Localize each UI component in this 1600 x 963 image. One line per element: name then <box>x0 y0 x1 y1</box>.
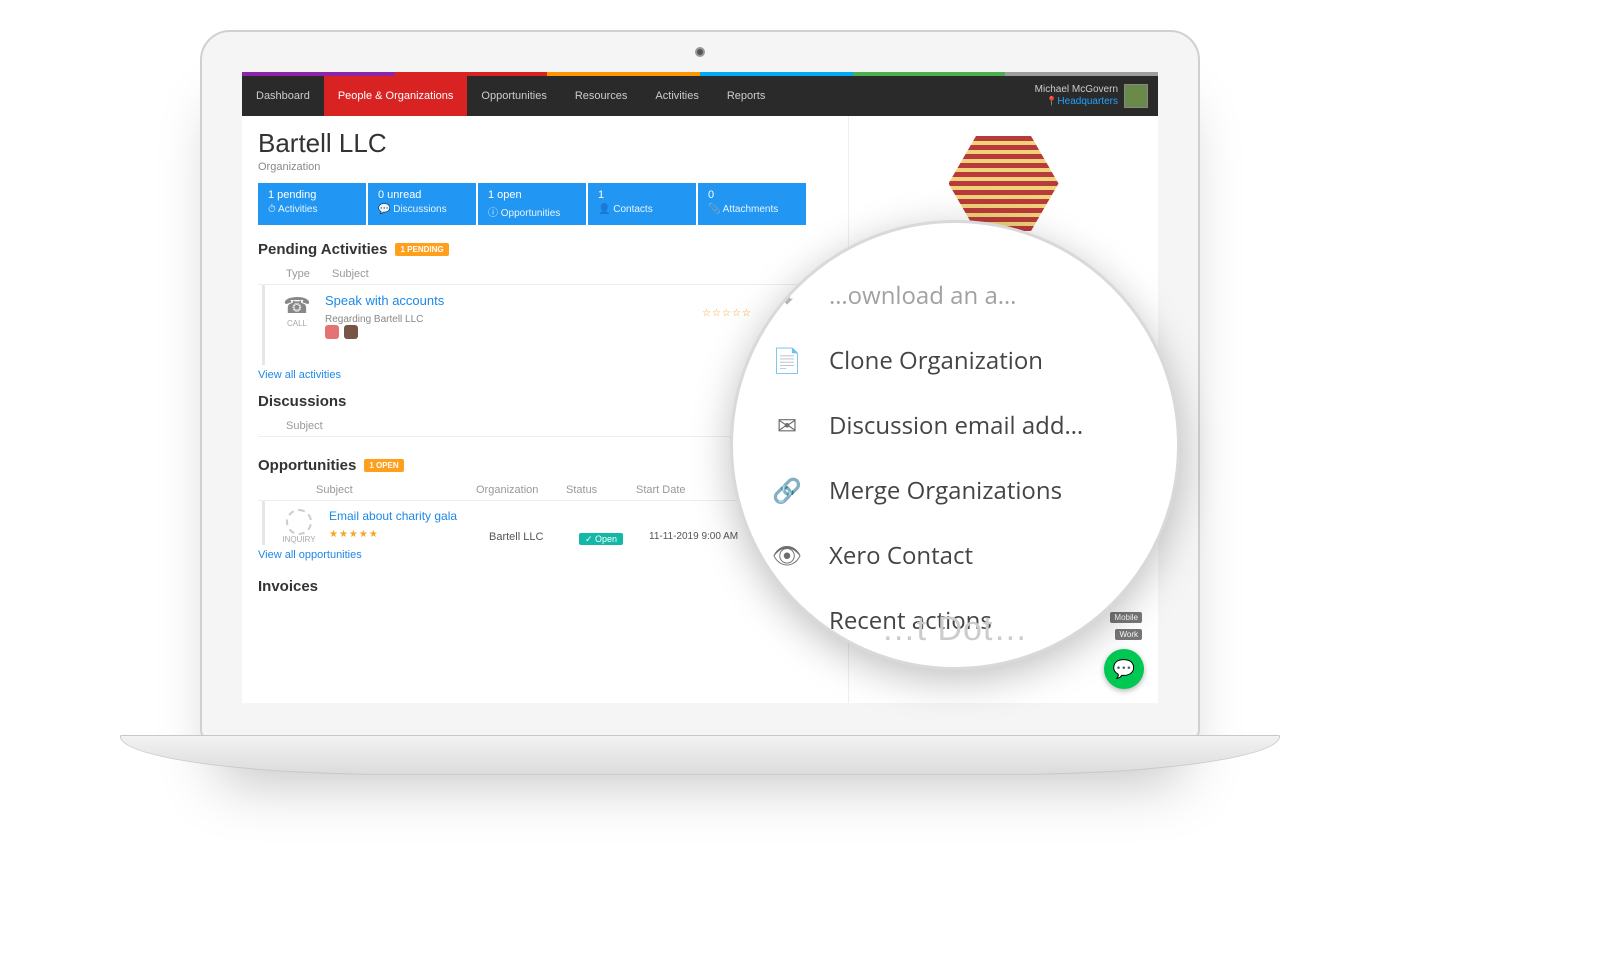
page-subtitle: Organization <box>258 161 387 173</box>
stat-tile[interactable]: 0📎 Attachments <box>698 183 806 225</box>
user-name: Michael McGovern <box>1035 84 1118 96</box>
camera-dot <box>695 47 705 57</box>
inquiry-icon <box>286 509 312 535</box>
nav-item-opportunities[interactable]: Opportunities <box>467 76 560 116</box>
user-location[interactable]: Headquarters <box>1035 96 1118 108</box>
avatar[interactable] <box>1124 84 1148 108</box>
rating-full: ★★★★★ <box>329 529 479 540</box>
page-title: Bartell LLC <box>258 128 387 159</box>
opp-type-label: INQUIRY <box>279 535 319 544</box>
opps-badge: 1 OPEN <box>364 459 403 472</box>
opp-org: Bartell LLC <box>489 509 569 543</box>
menu-item-icon: ⬇ <box>769 279 805 312</box>
menu-item-label: Clone Organization <box>829 344 1043 377</box>
activity-regarding: Regarding Bartell LLC <box>325 314 423 325</box>
opp-subject-link[interactable]: Email about charity gala <box>329 509 479 523</box>
menu-item-icon: ✉ <box>769 409 805 442</box>
phone-icon: ☎ <box>279 293 315 319</box>
stat-tile[interactable]: 1 pending⏱ Activities <box>258 183 366 225</box>
section-title: Pending Activities <box>258 241 387 258</box>
user-menu[interactable]: Michael McGovern Headquarters <box>1035 76 1158 116</box>
section-title: Invoices <box>258 578 318 595</box>
menu-item-label: Discussion email add… <box>829 409 1083 442</box>
action-menu-item[interactable]: 📄 Clone Organization <box>769 328 1141 393</box>
laptop-base <box>120 735 1280 775</box>
section-title: Opportunities <box>258 457 356 474</box>
rating-empty: ☆☆☆☆☆ <box>702 308 752 319</box>
magnifier-overlay: ⬇ …ownload an a… 📄 Clone Organization ✉ Discu… <box>730 220 1180 670</box>
stat-tile[interactable]: 1 openⓘ Opportunities <box>478 183 586 225</box>
opp-status-pill: ✓ Open <box>579 533 623 545</box>
nav-item-activities[interactable]: Activities <box>641 76 712 116</box>
main-nav: DashboardPeople & OrganizationsOpportuni… <box>242 76 1158 116</box>
nav-item-resources[interactable]: Resources <box>561 76 642 116</box>
magnifier-bottom-hint: …t Dot… <box>733 610 1177 649</box>
action-menu-item[interactable]: ✉ Discussion email add… <box>769 393 1141 458</box>
stat-tile[interactable]: 1👤 Contacts <box>588 183 696 225</box>
menu-item-label: Xero Contact <box>829 539 973 572</box>
activity-type-label: CALL <box>279 319 315 328</box>
view-all-activities-link[interactable]: View all activities <box>258 369 341 381</box>
action-menu-item[interactable]: 👁 Xero Contact <box>769 523 1141 588</box>
assignee-avatar <box>325 325 339 339</box>
nav-item-dashboard[interactable]: Dashboard <box>242 76 324 116</box>
menu-item-label: …ownload an a… <box>829 279 1016 312</box>
pending-badge: 1 PENDING <box>395 243 448 256</box>
action-menu-item[interactable]: ⬇ …ownload an a… <box>769 263 1141 328</box>
menu-item-icon: 👁 <box>769 539 805 572</box>
nav-item-people-organizations[interactable]: People & Organizations <box>324 76 468 116</box>
nav-item-reports[interactable]: Reports <box>713 76 780 116</box>
org-logo <box>949 136 1059 231</box>
action-menu-item[interactable]: 🔗 Merge Organizations <box>769 458 1141 523</box>
section-title: Discussions <box>258 393 346 410</box>
stat-tile[interactable]: 0 unread💬 Discussions <box>368 183 476 225</box>
menu-item-label: Merge Organizations <box>829 474 1062 507</box>
menu-item-icon: 🔗 <box>769 474 805 507</box>
assignee-avatar <box>344 325 358 339</box>
chat-fab[interactable]: 💬 <box>1104 649 1144 689</box>
view-all-opps-link[interactable]: View all opportunities <box>258 549 362 562</box>
menu-item-icon: 📄 <box>769 344 805 377</box>
